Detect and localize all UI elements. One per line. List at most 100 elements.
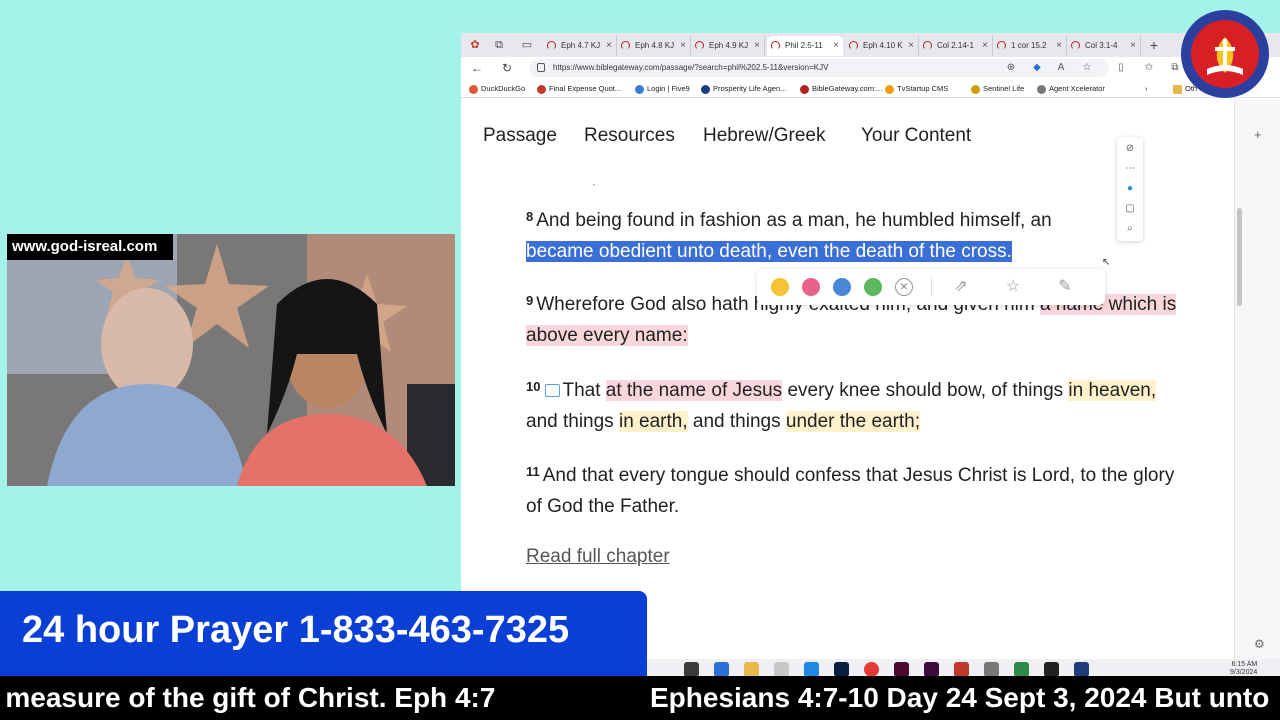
url-field[interactable]: https://www.biblegateway.com/passage/?se…: [529, 59, 1109, 77]
search-icon[interactable]: ⌕: [1122, 221, 1138, 237]
nav-resources[interactable]: Resources: [584, 125, 675, 147]
nav-hebrew-greek[interactable]: Hebrew/Greek: [703, 125, 826, 147]
tab-eph-4-8[interactable]: Eph 4.8 KJ ×: [617, 36, 691, 56]
app-icon[interactable]: [1044, 662, 1059, 677]
tab-eph-4-9[interactable]: Eph 4.9 KJ ×: [691, 36, 765, 56]
extension-icon[interactable]: ●: [1122, 181, 1138, 197]
zoom-icon[interactable]: ⊕: [1003, 60, 1019, 76]
close-tab-icon[interactable]: ×: [606, 36, 612, 56]
back-arrow-icon[interactable]: ←: [469, 60, 485, 76]
sidebar-add-icon[interactable]: +: [1254, 127, 1262, 142]
prayer-line-text: 24 hour Prayer 1-833-463-7325: [22, 609, 570, 651]
verse-text[interactable]: And being found in fashion as a man, he …: [536, 210, 1051, 231]
bookmark-final-expense[interactable]: Final Expense Quot...: [537, 82, 621, 96]
store-icon[interactable]: [774, 662, 789, 677]
note-icon[interactable]: ✎: [1055, 277, 1075, 297]
app-icon[interactable]: [954, 662, 969, 677]
biblegateway-icon: [800, 85, 809, 94]
mail-icon[interactable]: [714, 662, 729, 677]
star-icon[interactable]: ☆: [1003, 277, 1023, 297]
tab-label: Col 2.14-1: [937, 41, 974, 50]
close-tab-icon[interactable]: ×: [1056, 36, 1062, 56]
tab-phil-2-5-11[interactable]: Phil 2.5-11 ×: [767, 36, 843, 56]
highlighted-text-yellow[interactable]: under the earth;: [785, 411, 921, 432]
chrome-icon[interactable]: [864, 662, 879, 677]
nav-your-content[interactable]: Your Content: [861, 125, 971, 147]
browser-window: ✿ ⧉ ▭ Eph 4.7 KJ × Eph 4.8 KJ × Eph 4.9 …: [461, 33, 1280, 680]
vertical-scrollbar[interactable]: [1237, 208, 1242, 306]
verse-number: 11: [526, 464, 540, 479]
tab-1-cor-15[interactable]: 1 cor 15.2 ×: [993, 36, 1067, 56]
close-tab-icon[interactable]: ×: [754, 36, 760, 56]
copy-icon[interactable]: ▢: [1122, 201, 1138, 217]
stream-frame: ✿ ⧉ ▭ Eph 4.7 KJ × Eph 4.8 KJ × Eph 4.9 …: [0, 0, 1280, 720]
edge-icon[interactable]: [804, 662, 819, 677]
workspaces-icon[interactable]: ⧉: [491, 37, 507, 53]
sidebar-settings-gear-icon[interactable]: ⚙: [1254, 637, 1265, 651]
verse-number: 9: [526, 293, 534, 308]
remove-highlight-icon[interactable]: ×: [895, 278, 913, 296]
read-aloud-icon[interactable]: A: [1053, 60, 1069, 76]
verse-text[interactable]: and things: [693, 411, 781, 432]
extension-tag-icon[interactable]: ◆: [1029, 60, 1045, 76]
file-explorer-icon[interactable]: [744, 662, 759, 677]
app-icon[interactable]: [1014, 662, 1029, 677]
share-icon[interactable]: ⇗: [951, 277, 971, 297]
favorites-icon[interactable]: ✩: [1141, 60, 1157, 76]
highlight-yellow-swatch[interactable]: [771, 278, 789, 296]
tab-col-3-1-4[interactable]: Col 3.1-4 ×: [1067, 36, 1141, 56]
sentinel-icon: [971, 85, 980, 94]
refresh-icon[interactable]: ↻: [499, 60, 515, 76]
biblegateway-favicon-icon: [695, 41, 704, 50]
highlight-toolbar: × ⇗ ☆ ✎: [757, 269, 1105, 305]
app-icon[interactable]: [1074, 662, 1089, 677]
biblegateway-favicon-icon: [621, 41, 630, 50]
favorite-star-icon[interactable]: ☆: [1079, 60, 1095, 76]
dreamweaver-icon[interactable]: [924, 662, 939, 677]
tab-actions-icon[interactable]: ▭: [519, 37, 535, 53]
bookmark-biblegateway[interactable]: BibleGateway.com:...: [800, 82, 882, 96]
system-clock[interactable]: 6:15 AM 9/3/2024: [1230, 661, 1257, 677]
indesign-icon[interactable]: [894, 662, 909, 677]
highlight-pink-swatch[interactable]: [802, 278, 820, 296]
verse-text[interactable]: That: [562, 380, 600, 401]
note-edit-icon[interactable]: [545, 384, 561, 397]
bookmark-duckduckgo[interactable]: DuckDuckGo: [469, 82, 525, 96]
tab-eph-4-10[interactable]: Eph 4.10 K ×: [845, 36, 919, 56]
bookmark-prosperity[interactable]: Prosperity Life Agen...: [701, 82, 786, 96]
biblegateway-favicon-icon: [547, 41, 556, 50]
highlighted-text-pink[interactable]: at the name of Jesus: [605, 380, 783, 401]
close-tab-icon[interactable]: ×: [908, 36, 914, 56]
verse-text[interactable]: And that every tongue should confess tha…: [526, 465, 1174, 517]
more-options-icon[interactable]: ⋯: [1122, 161, 1138, 177]
close-tab-icon[interactable]: ×: [833, 36, 839, 56]
tab-eph-4-7[interactable]: Eph 4.7 KJ ×: [543, 36, 617, 56]
bookmark-five9[interactable]: Login | Five9: [635, 82, 690, 96]
selected-verse-text[interactable]: became obedient unto death, even the dea…: [526, 241, 1012, 262]
tab-col-2-14[interactable]: Col 2.14-1 ×: [919, 36, 993, 56]
read-full-chapter-link[interactable]: Read full chapter: [526, 546, 670, 568]
scrolling-ticker: e measure of the gift of Christ. Eph 4:7…: [0, 676, 1280, 720]
bookmark-tvstartup[interactable]: TvStartup CMS: [885, 82, 948, 96]
highlighted-text-yellow[interactable]: in earth,: [618, 411, 688, 432]
hide-eye-icon[interactable]: ⊘: [1122, 141, 1138, 157]
bookmark-agent-xcelerator[interactable]: Agent Xcelerator: [1037, 82, 1105, 96]
verse-text[interactable]: every knee should bow, of things: [787, 380, 1063, 401]
close-tab-icon[interactable]: ×: [982, 36, 988, 56]
tab-label: Eph 4.7 KJ: [561, 41, 601, 50]
split-screen-icon[interactable]: ▯: [1113, 60, 1129, 76]
photoshop-icon[interactable]: [834, 662, 849, 677]
nav-passage[interactable]: Passage: [483, 125, 557, 147]
bookmark-sentinel[interactable]: Sentinel Life: [971, 82, 1024, 96]
app-icon[interactable]: [984, 662, 999, 677]
browser-profile-icon[interactable]: ✿: [467, 37, 483, 53]
close-tab-icon[interactable]: ×: [1130, 36, 1136, 56]
task-view-icon[interactable]: [684, 662, 699, 677]
bookmarks-more-chevron-icon[interactable]: ›: [1145, 82, 1148, 96]
verse-text[interactable]: and things: [526, 411, 614, 432]
highlight-blue-swatch[interactable]: [833, 278, 851, 296]
highlight-green-swatch[interactable]: [864, 278, 882, 296]
highlighted-text-yellow[interactable]: in heaven,: [1068, 380, 1157, 401]
new-tab-button[interactable]: +: [1145, 36, 1163, 54]
close-tab-icon[interactable]: ×: [680, 36, 686, 56]
